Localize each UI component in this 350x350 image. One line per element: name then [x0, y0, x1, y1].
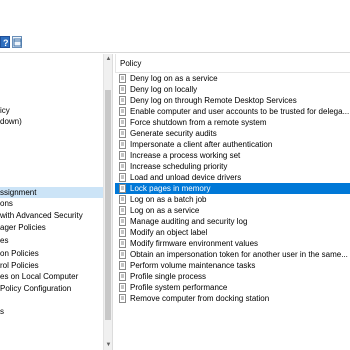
policy-row[interactable]: Manage auditing and security log [115, 216, 350, 227]
policy-label: Load and unload device drivers [130, 173, 242, 182]
policy-label: Remove computer from docking station [130, 294, 270, 303]
toolbar: ? [0, 0, 350, 53]
policy-icon [119, 272, 126, 281]
tree-item[interactable]: ssignment [0, 187, 103, 198]
policy-label: Generate security audits [130, 129, 217, 138]
policy-row[interactable]: Obtain an impersonation token for anothe… [115, 249, 350, 260]
policy-row[interactable]: Increase scheduling priority [115, 161, 350, 172]
policy-row[interactable]: Impersonate a client after authenticatio… [115, 139, 350, 150]
tree-item[interactable]: icy [0, 105, 10, 116]
policy-icon [119, 74, 126, 83]
tree-item[interactable]: ager Policies [0, 222, 46, 233]
tree-scrollbar[interactable]: ▲ ▼ [103, 54, 112, 350]
policy-label: Modify firmware environment values [130, 239, 259, 248]
policy-icon [119, 140, 126, 149]
tree-item[interactable]: es [0, 235, 8, 246]
policy-row[interactable]: Log on as a batch job [115, 194, 350, 205]
tree-item[interactable]: ons [0, 198, 13, 209]
tree-item[interactable]: es on Local Computer [0, 271, 78, 282]
policy-row[interactable]: Increase a process working set [115, 150, 350, 161]
policy-icon [119, 162, 126, 171]
policy-label: Deny log on as a service [130, 74, 218, 83]
show-hide-tree-button[interactable] [12, 36, 22, 48]
policy-row[interactable]: Lock pages in memory [115, 183, 350, 194]
policy-label: Deny log on locally [130, 85, 198, 94]
policy-row[interactable]: Modify firmware environment values [115, 238, 350, 249]
policy-icon [119, 206, 126, 215]
policy-row[interactable]: Modify an object label [115, 227, 350, 238]
policy-label: Enable computer and user accounts to be … [130, 107, 350, 116]
policy-icon [119, 118, 126, 127]
policy-label: Impersonate a client after authenticatio… [130, 140, 273, 149]
scroll-thumb[interactable] [105, 90, 111, 320]
policy-icon [119, 294, 126, 303]
policy-icon [119, 261, 126, 270]
help-button[interactable]: ? [0, 36, 10, 48]
policy-row[interactable]: Deny log on through Remote Desktop Servi… [115, 95, 350, 106]
policy-column-header[interactable]: Policy [115, 54, 350, 73]
tree-item[interactable]: Policy Configuration [0, 283, 71, 294]
policy-icon [119, 184, 126, 193]
column-divider [115, 54, 116, 73]
tree-item[interactable]: rol Policies [0, 260, 39, 271]
policy-row[interactable]: Log on as a service [115, 205, 350, 216]
policy-label: Modify an object label [130, 228, 208, 237]
policy-label: Profile single process [130, 272, 207, 281]
show-hide-tree-icon [13, 38, 22, 47]
policy-row[interactable]: Generate security audits [115, 128, 350, 139]
policy-icon [119, 173, 126, 182]
policy-row[interactable]: Enable computer and user accounts to be … [115, 106, 350, 117]
policy-label: Force shutdown from a remote system [130, 118, 267, 127]
policy-row[interactable]: Profile system performance [115, 282, 350, 293]
help-icon: ? [3, 38, 9, 48]
policy-row[interactable]: Force shutdown from a remote system [115, 117, 350, 128]
policy-row[interactable]: Deny log on as a service [115, 73, 350, 84]
tree-item[interactable]: s [0, 306, 4, 317]
tree-item[interactable]: on Policies [0, 248, 39, 259]
policy-icon [119, 217, 126, 226]
policy-icon [119, 96, 126, 105]
policy-label: Lock pages in memory [130, 184, 211, 193]
policy-label: Manage auditing and security log [130, 217, 248, 226]
policy-icon [119, 239, 126, 248]
policy-label: Profile system performance [130, 283, 228, 292]
policy-label: Increase a process working set [130, 151, 241, 160]
policy-icon [119, 195, 126, 204]
policy-icon [119, 85, 126, 94]
policy-label: Increase scheduling priority [130, 162, 228, 171]
policy-icon [119, 107, 126, 116]
policy-label: Perform volume maintenance tasks [130, 261, 256, 270]
tree-item[interactable]: with Advanced Security [0, 210, 83, 221]
policy-icon [119, 151, 126, 160]
policy-row[interactable]: Load and unload device drivers [115, 172, 350, 183]
policy-list[interactable]: Policy Deny log on as a service Deny log … [115, 54, 350, 350]
policy-label: Log on as a service [130, 206, 200, 215]
policy-row[interactable]: Perform volume maintenance tasks [115, 260, 350, 271]
tree-item[interactable]: down) [0, 116, 22, 127]
policy-label: Obtain an impersonation token for anothe… [130, 250, 348, 259]
policy-label: Deny log on through Remote Desktop Servi… [130, 96, 297, 105]
console-tree[interactable]: icy down) ssignment ons with Advanced Securi… [0, 54, 113, 350]
svg-text:?: ? [3, 38, 9, 48]
policy-row[interactable]: Deny log on locally [115, 84, 350, 95]
policy-icon [119, 283, 126, 292]
policy-icon [119, 250, 126, 259]
policy-row[interactable]: Profile single process [115, 271, 350, 282]
policy-row[interactable]: Remove computer from docking station [115, 293, 350, 304]
policy-icon [119, 228, 126, 237]
policy-icon [119, 129, 126, 138]
policy-label: Log on as a batch job [130, 195, 207, 204]
policy-column-label: Policy [120, 59, 142, 68]
